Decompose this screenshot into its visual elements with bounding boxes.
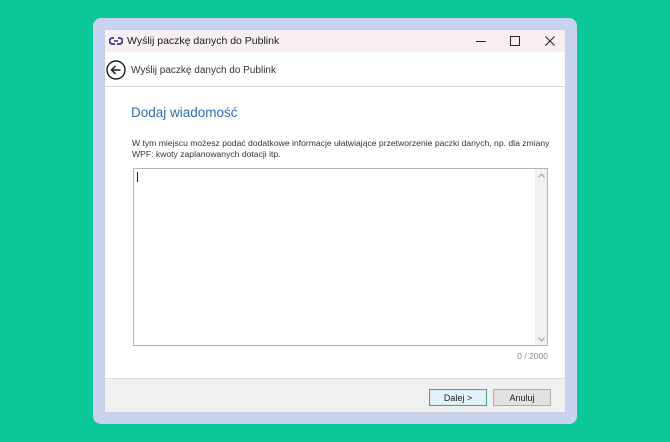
description-text: W tym miejscu możesz podać dodatkowe inf… — [132, 138, 550, 159]
character-counter: 0 / 2000 — [517, 351, 548, 361]
dialog-footer: Dalej > Anuluj — [105, 378, 565, 412]
scroll-up-button[interactable] — [535, 169, 547, 181]
wizard-header: Wyślij paczkę danych do Publink — [105, 52, 565, 87]
close-icon — [545, 36, 555, 46]
chevron-down-icon — [537, 336, 545, 342]
minimize-icon — [476, 41, 486, 42]
window-title: Wyślij paczkę danych do Publink — [127, 35, 280, 47]
section-title: Dodaj wiadomość — [131, 105, 238, 120]
link-icon — [109, 37, 123, 45]
back-button[interactable] — [106, 60, 126, 80]
window-frame: Wyślij paczkę danych do Publink Wyślij p… — [93, 18, 577, 424]
scroll-down-button[interactable] — [535, 333, 547, 345]
vertical-scrollbar[interactable] — [535, 169, 547, 345]
maximize-button[interactable] — [498, 30, 532, 52]
arrow-left-circle-icon — [106, 60, 126, 80]
title-bar[interactable]: Wyślij paczkę danych do Publink — [105, 30, 565, 52]
cancel-button[interactable]: Anuluj — [493, 389, 551, 406]
close-button[interactable] — [533, 30, 565, 52]
header-title: Wyślij paczkę danych do Publink — [131, 65, 276, 76]
chevron-up-icon — [537, 172, 545, 178]
message-textarea[interactable] — [134, 169, 535, 345]
minimize-button[interactable] — [464, 30, 498, 52]
message-textarea-wrapper — [133, 168, 548, 346]
text-caret — [137, 172, 138, 182]
maximize-icon — [510, 36, 520, 46]
message-step: Dodaj wiadomość W tym miejscu możesz pod… — [105, 88, 565, 378]
next-button[interactable]: Dalej > — [429, 389, 487, 406]
dialog-window: Wyślij paczkę danych do Publink Wyślij p… — [104, 29, 566, 413]
